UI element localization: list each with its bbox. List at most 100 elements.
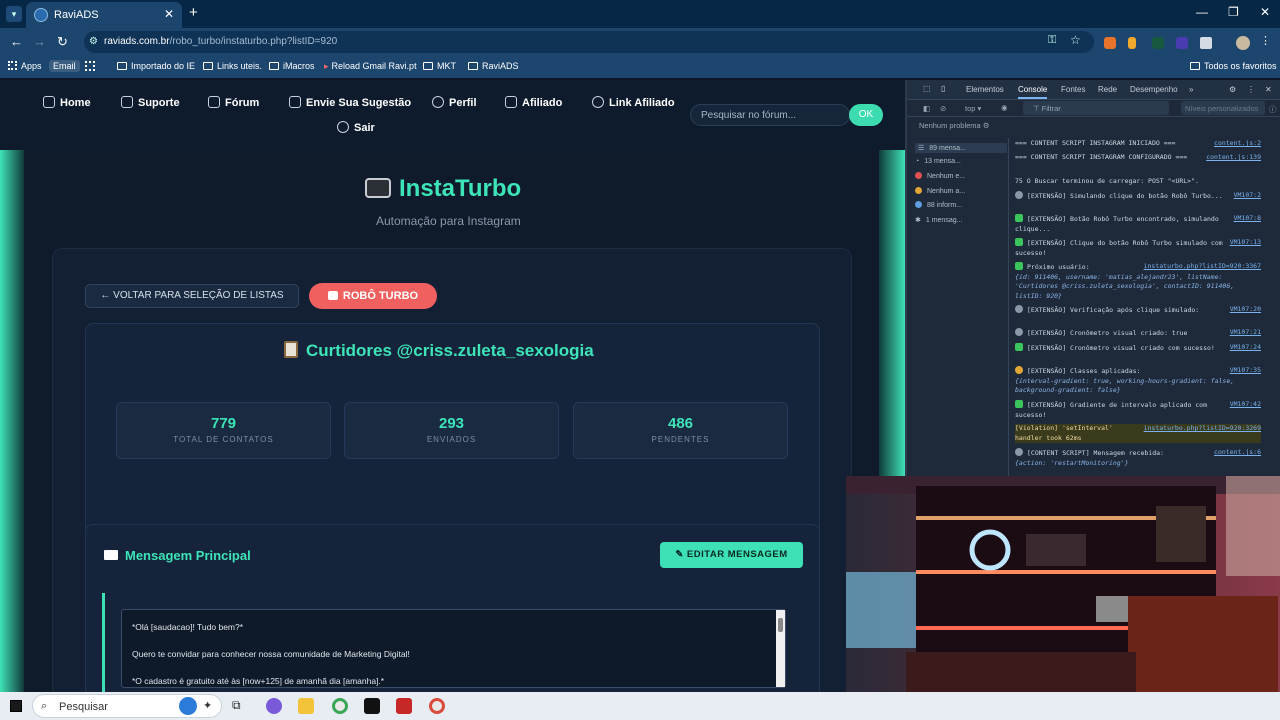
console-log: content.js:139 === CONTENT SCRIPT INSTAGR… — [1015, 153, 1261, 161]
folder-icon — [423, 62, 433, 70]
all-bookmarks[interactable]: Todos os favoritos — [1190, 61, 1277, 71]
console-log: VM107:13 [EXTENSÃO] Clique do botão Robô … — [1015, 238, 1261, 257]
issues-status: Nenhum problema ⚙ — [919, 121, 990, 130]
bookmark-icon: ▸ — [324, 61, 329, 71]
bookmark-apps[interactable]: Apps — [8, 61, 42, 71]
tab-bar: ▾ RaviADS ✕ + — ❐ ✕ — [0, 0, 1280, 28]
windows-start-icon[interactable] — [10, 700, 22, 712]
device-icon[interactable]: ▯ — [941, 84, 945, 93]
nav-profile[interactable]: Perfil — [432, 96, 477, 109]
bookmark-link[interactable]: ▸ Reload Gmail Ravi.pt — [324, 61, 417, 72]
tab-console[interactable]: Console — [1018, 85, 1048, 99]
log-levels-select[interactable]: Níveis personalizados — [1181, 101, 1265, 115]
chrome-icon[interactable] — [429, 698, 445, 714]
pen-extension-icon[interactable] — [1128, 37, 1136, 49]
bookmark-email[interactable]: Email — [49, 60, 80, 72]
bookmark-grid[interactable] — [85, 61, 95, 73]
new-tab-icon[interactable]: + — [189, 4, 198, 21]
forum-search-input[interactable]: Pesquisar no fórum... — [690, 104, 850, 126]
nav-logout[interactable]: Sair — [337, 121, 375, 134]
restore-icon[interactable]: ❐ — [1228, 5, 1239, 19]
envelope-icon — [104, 550, 118, 560]
nav-affiliate-link[interactable]: Link Afiliado — [592, 96, 675, 109]
sidebar-toggle-icon[interactable]: ◧ — [923, 104, 930, 113]
filezilla-icon[interactable] — [396, 698, 412, 714]
back-icon[interactable]: ← — [10, 34, 23, 49]
bookmark-folder[interactable]: Importado do IE — [117, 61, 195, 71]
sidebar-verbose[interactable]: ✱ 1 mensag... — [915, 216, 962, 224]
bookmark-folder[interactable]: MKT — [423, 61, 456, 71]
sidebar-errors[interactable]: Nenhum e... — [915, 172, 965, 180]
camera-icon — [365, 178, 391, 198]
extension-icon[interactable] — [1152, 37, 1164, 49]
password-key-icon[interactable]: ⚿ — [1048, 34, 1056, 47]
kebab-icon[interactable]: ⋮ — [1247, 85, 1255, 94]
settings-icon[interactable]: ⚙ — [1229, 85, 1236, 94]
eye-icon[interactable]: ◉ — [1001, 103, 1008, 112]
close-tab-icon[interactable]: ✕ — [164, 7, 174, 21]
check-icon — [1015, 400, 1023, 408]
bookmark-folder[interactable]: iMacros — [269, 61, 315, 71]
minimize-icon[interactable]: — — [1196, 5, 1208, 19]
bookmark-folder[interactable]: RaviADS — [468, 61, 519, 71]
sidebar-warnings[interactable]: Nenhum a... — [915, 187, 965, 195]
sidebar-messages[interactable]: ☰ 89 mensa... — [915, 143, 1007, 153]
back-to-lists-button[interactable]: ← VOLTAR PARA SELEÇÃO DE LISTAS — [85, 284, 299, 308]
task-view-icon[interactable]: ⧉ — [232, 698, 248, 714]
forward-icon[interactable]: → — [33, 34, 46, 49]
sidebar-user-messages[interactable]: ◔ 13 mensa... — [915, 158, 961, 165]
console-log: instaturbo.php?listID=920:3367 Próximo us… — [1015, 262, 1261, 300]
copilot-icon[interactable] — [266, 698, 282, 714]
reload-icon[interactable]: ↻ — [57, 34, 68, 50]
search-ok-button[interactable]: OK — [849, 104, 883, 126]
taskbar-search-input[interactable]: ⌕ Pesquisar ✦ — [32, 694, 222, 718]
extensions-puzzle-icon[interactable] — [1200, 37, 1212, 49]
edit-message-button[interactable]: ✎ EDITAR MENSAGEM — [660, 542, 803, 568]
clear-console-icon[interactable]: ⊘ — [940, 104, 946, 113]
robot-icon — [327, 291, 338, 300]
console-log: VM107:8 [EXTENSÃO] Botão Robô Turbo encon… — [1015, 214, 1261, 233]
check-icon — [1015, 343, 1023, 351]
app-icon[interactable] — [364, 698, 380, 714]
console-filter-input[interactable]: ⊤ Filtrar — [1023, 101, 1169, 115]
bookmark-folder[interactable]: Links uteis. — [203, 61, 262, 71]
bookmark-star-icon[interactable]: ☆ — [1070, 33, 1081, 47]
nav-forum[interactable]: Fórum — [208, 96, 259, 109]
chrome-icon[interactable] — [332, 698, 348, 714]
nav-suggestion[interactable]: Envie Sua Sugestão — [289, 96, 411, 109]
nav-support[interactable]: Suporte — [121, 96, 180, 109]
message-line: Quero te convidar para conhecer nossa co… — [132, 649, 410, 659]
context-select[interactable]: top ▾ — [965, 104, 981, 113]
nav-home[interactable]: Home — [43, 96, 91, 109]
folder-icon — [1190, 62, 1200, 70]
nav-affiliate[interactable]: Afiliado — [505, 96, 562, 109]
user-icon: ◔ — [915, 158, 920, 165]
browser-tab[interactable]: RaviADS ✕ — [26, 2, 182, 28]
file-explorer-icon[interactable] — [298, 698, 314, 714]
more-tabs-icon[interactable]: » — [1189, 85, 1193, 94]
tab-elements[interactable]: Elementos — [966, 85, 1004, 94]
message-textarea[interactable]: *Olá [saudacao]! Tudo bem?* Quero te con… — [121, 609, 786, 688]
inspect-icon[interactable]: ⬚ — [923, 84, 931, 93]
robo-turbo-button[interactable]: ROBÔ TURBO — [309, 283, 437, 309]
tab-sources[interactable]: Fontes — [1061, 85, 1085, 94]
tab-network[interactable]: Rede — [1098, 85, 1117, 94]
tab-performance[interactable]: Desempenho — [1130, 85, 1178, 94]
menu-icon[interactable]: ⋮ — [1260, 34, 1271, 47]
favicon-icon — [34, 8, 48, 22]
palette-icon — [1015, 366, 1023, 374]
page-title: InstaTurbo — [365, 175, 521, 203]
tab-search-icon[interactable]: ▾ — [6, 6, 22, 22]
extension-icon[interactable] — [1104, 37, 1116, 49]
site-info-icon[interactable]: ⚙ — [89, 36, 98, 47]
close-window-icon[interactable]: ✕ — [1260, 5, 1270, 19]
extension-icon[interactable] — [1176, 37, 1188, 49]
scrollbar-thumb[interactable] — [778, 618, 783, 632]
url-field[interactable]: ⚙ raviads.com.br/robo_turbo/instaturbo.p… — [84, 31, 1094, 53]
issues-icon[interactable]: ⓘ — [1269, 104, 1277, 115]
close-devtools-icon[interactable]: ✕ — [1265, 85, 1272, 94]
grid-icon — [85, 61, 95, 71]
avatar[interactable] — [1236, 36, 1250, 50]
devtools-tabs: ⬚ ▯ Elementos Console Fontes Rede Desemp… — [907, 80, 1280, 100]
sidebar-info[interactable]: 88 inform... — [915, 201, 962, 209]
